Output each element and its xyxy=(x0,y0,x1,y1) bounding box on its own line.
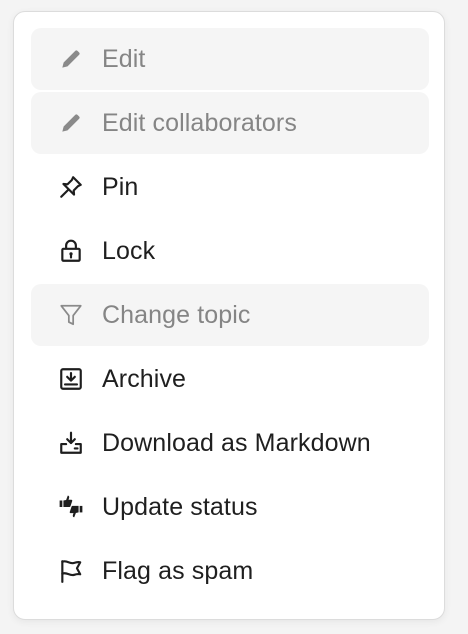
menu-item-label: Flag as spam xyxy=(102,556,254,585)
actions-menu: Edit Edit collaborators Pin Lock Change xyxy=(13,11,445,620)
pin-icon xyxy=(57,173,85,201)
download-icon xyxy=(57,429,85,457)
menu-item-change-topic: Change topic xyxy=(31,284,429,346)
flag-icon xyxy=(57,557,85,585)
menu-item-label: Archive xyxy=(102,364,187,393)
menu-item-label: Change topic xyxy=(102,300,251,329)
menu-item-lock[interactable]: Lock xyxy=(31,220,429,282)
menu-item-edit: Edit xyxy=(31,28,429,90)
menu-item-edit-collaborators: Edit collaborators xyxy=(31,92,429,154)
menu-item-label: Edit xyxy=(102,44,146,73)
menu-item-flag-spam[interactable]: Flag as spam xyxy=(31,540,429,602)
menu-item-label: Download as Markdown xyxy=(102,428,371,457)
menu-item-pin[interactable]: Pin xyxy=(31,156,429,218)
menu-items: Edit Edit collaborators Pin Lock Change xyxy=(31,28,429,604)
pencil-icon xyxy=(57,109,85,137)
menu-item-download-markdown[interactable]: Download as Markdown xyxy=(31,412,429,474)
archive-icon xyxy=(57,365,85,393)
menu-item-label: Edit collaborators xyxy=(102,108,297,137)
menu-item-label: Update status xyxy=(102,492,258,521)
thumbs-status-icon xyxy=(57,493,85,521)
menu-item-label: Pin xyxy=(102,172,139,201)
filter-icon xyxy=(57,301,85,329)
menu-item-archive[interactable]: Archive xyxy=(31,348,429,410)
lock-icon xyxy=(57,237,85,265)
pencil-icon xyxy=(57,45,85,73)
menu-item-label: Lock xyxy=(102,236,156,265)
menu-item-update-status[interactable]: Update status xyxy=(31,476,429,538)
